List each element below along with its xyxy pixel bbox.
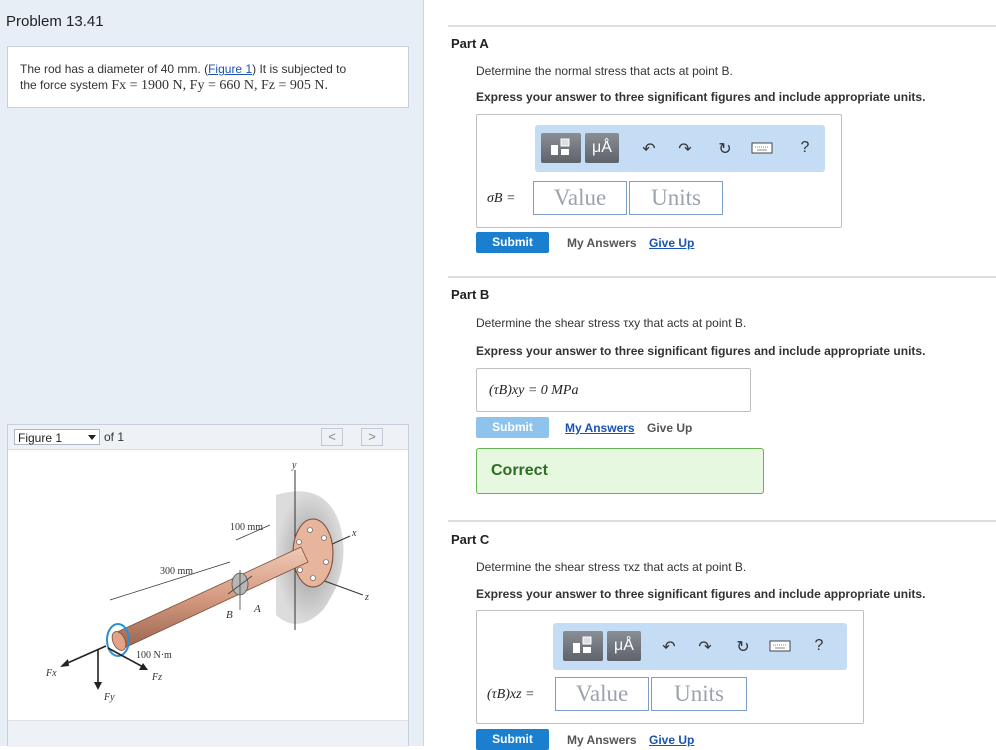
part-b-answer-box: (τB)xy = 0 MPa bbox=[476, 368, 751, 412]
undo-icon[interactable]: ↶ bbox=[659, 637, 679, 657]
part-a-my-answers-link[interactable]: My Answers bbox=[567, 236, 637, 250]
next-figure-button[interactable]: > bbox=[361, 428, 383, 446]
part-b-divider bbox=[448, 276, 996, 278]
value-input[interactable]: Value bbox=[533, 181, 627, 215]
figure-selector[interactable]: Figure 1 bbox=[14, 429, 100, 445]
part-b-question: Determine the shear stress τxy that acts… bbox=[476, 316, 747, 330]
units-input[interactable]: Units bbox=[629, 181, 723, 215]
part-b-submit-button[interactable]: Submit bbox=[476, 417, 549, 438]
Fz-label: Fz bbox=[151, 672, 162, 683]
part-b-answer: (τB)xy = 0 MPa bbox=[489, 383, 579, 398]
help-button[interactable]: ? bbox=[795, 139, 815, 157]
y-axis-label: y bbox=[291, 460, 297, 471]
templates-icon[interactable] bbox=[541, 133, 581, 163]
figure-footer bbox=[8, 720, 408, 747]
reset-icon[interactable]: ↻ bbox=[733, 637, 753, 657]
undo-icon[interactable]: ↶ bbox=[639, 139, 659, 159]
units-button[interactable]: μÅ bbox=[585, 133, 619, 163]
part-c-question: Determine the shear stress τxz that acts… bbox=[476, 560, 747, 574]
units-button[interactable]: μÅ bbox=[607, 631, 641, 661]
figure-count: of 1 bbox=[104, 430, 125, 444]
part-a-question: Determine the normal stress that acts at… bbox=[476, 64, 733, 78]
Fx-label: Fx bbox=[45, 668, 57, 679]
redo-icon[interactable]: ↷ bbox=[675, 139, 695, 159]
problem-text: The rod has a diameter of 40 mm. ( bbox=[20, 62, 209, 76]
part-c-answer-box: μÅ ↶ ↷ ↻ ? (τB)xz = Value Units bbox=[476, 610, 864, 724]
keyboard-icon[interactable] bbox=[769, 639, 791, 658]
part-a-divider bbox=[448, 25, 996, 27]
part-b-my-answers-link[interactable]: My Answers bbox=[565, 421, 635, 435]
part-a-submit-button[interactable]: Submit bbox=[476, 232, 549, 253]
sigma-b-label: σB = bbox=[487, 191, 516, 206]
figure-link[interactable]: Figure 1 bbox=[208, 62, 252, 76]
column-divider bbox=[423, 0, 424, 746]
prev-figure-button[interactable]: < bbox=[321, 428, 343, 446]
tau-xz-label: (τB)xz = bbox=[487, 687, 535, 702]
chevron-down-icon bbox=[88, 435, 96, 440]
problem-text-line2: the force system bbox=[20, 78, 112, 92]
redo-icon[interactable]: ↷ bbox=[695, 637, 715, 657]
units-input[interactable]: Units bbox=[651, 677, 747, 711]
part-b-title: Part B bbox=[451, 287, 490, 302]
part-b-instruction: Express your answer to three significant… bbox=[476, 344, 926, 358]
templates-icon[interactable] bbox=[563, 631, 603, 661]
force-Fx-arrow bbox=[62, 645, 107, 666]
figure-selector-value: Figure 1 bbox=[18, 431, 63, 445]
part-c-my-answers-link[interactable]: My Answers bbox=[567, 733, 637, 747]
point-A-label: A bbox=[253, 603, 261, 615]
moment-label: 100 N·m bbox=[136, 650, 172, 661]
part-c-give-up-link[interactable]: Give Up bbox=[649, 733, 694, 747]
part-c-instruction: Express your answer to three significant… bbox=[476, 587, 926, 601]
part-b-give-up-link[interactable]: Give Up bbox=[647, 421, 692, 435]
force-values: Fx = 1900 N, Fy = 660 N, Fz = 905 N. bbox=[111, 78, 328, 93]
Fy-label: Fy bbox=[103, 692, 115, 703]
part-c-divider bbox=[448, 520, 996, 522]
dim-300mm: 300 mm bbox=[160, 566, 193, 577]
part-a-instruction: Express your answer to three significant… bbox=[476, 90, 926, 104]
dim-100mm: 100 mm bbox=[230, 522, 263, 533]
part-c-math-toolbar: μÅ ↶ ↷ ↻ ? bbox=[553, 623, 847, 670]
point-B-label: B bbox=[226, 609, 233, 621]
keyboard-icon[interactable] bbox=[751, 141, 773, 160]
part-a-give-up-link[interactable]: Give Up bbox=[649, 236, 694, 250]
reset-icon[interactable]: ↻ bbox=[715, 139, 735, 159]
problem-statement: The rod has a diameter of 40 mm. (Figure… bbox=[7, 46, 409, 108]
rod-figure: y x z B A 100 mm 300 mm 100 N·m Fx Fy Fz bbox=[45, 460, 369, 703]
part-a-title: Part A bbox=[451, 36, 489, 51]
part-a-answer-box: μÅ ↶ ↷ ↻ ? σB = Value Units bbox=[476, 114, 842, 228]
part-c-submit-button[interactable]: Submit bbox=[476, 729, 549, 750]
value-input[interactable]: Value bbox=[555, 677, 649, 711]
part-b-correct-feedback: Correct bbox=[476, 448, 764, 494]
problem-text-cont: ) It is subjected to bbox=[252, 62, 347, 76]
part-c-title: Part C bbox=[451, 532, 490, 547]
z-axis-label: z bbox=[364, 592, 369, 603]
problem-title: Problem 13.41 bbox=[6, 13, 104, 30]
part-a-math-toolbar: μÅ ↶ ↷ ↻ ? bbox=[535, 125, 825, 172]
help-button[interactable]: ? bbox=[809, 637, 829, 655]
x-axis-label: x bbox=[351, 528, 357, 539]
